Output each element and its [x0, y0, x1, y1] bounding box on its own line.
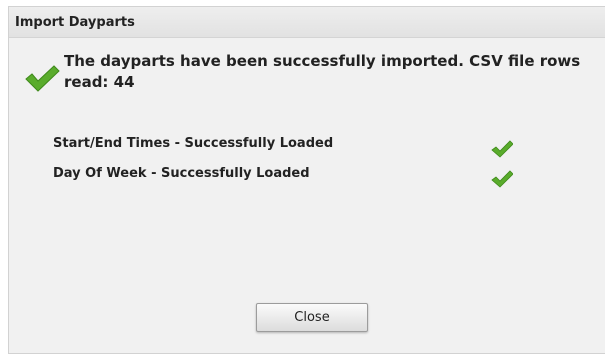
status-row-start-end-times: Start/End Times - Successfully Loaded — [53, 134, 573, 158]
checkmark-icon — [491, 170, 513, 188]
status-label: Start/End Times - Successfully Loaded — [53, 136, 334, 151]
checkmark-icon — [25, 65, 60, 92]
close-button[interactable]: Close — [256, 303, 368, 332]
import-result-message: The dayparts have been successfully impo… — [64, 52, 581, 91]
dialog-title: Import Dayparts — [15, 15, 135, 30]
checkmark-icon — [491, 140, 513, 158]
import-dayparts-dialog: Import Dayparts The dayparts have been s… — [8, 6, 605, 354]
status-label: Day Of Week - Successfully Loaded — [53, 166, 310, 181]
status-row-day-of-week: Day Of Week - Successfully Loaded — [53, 164, 573, 188]
dialog-titlebar: Import Dayparts — [9, 7, 605, 38]
